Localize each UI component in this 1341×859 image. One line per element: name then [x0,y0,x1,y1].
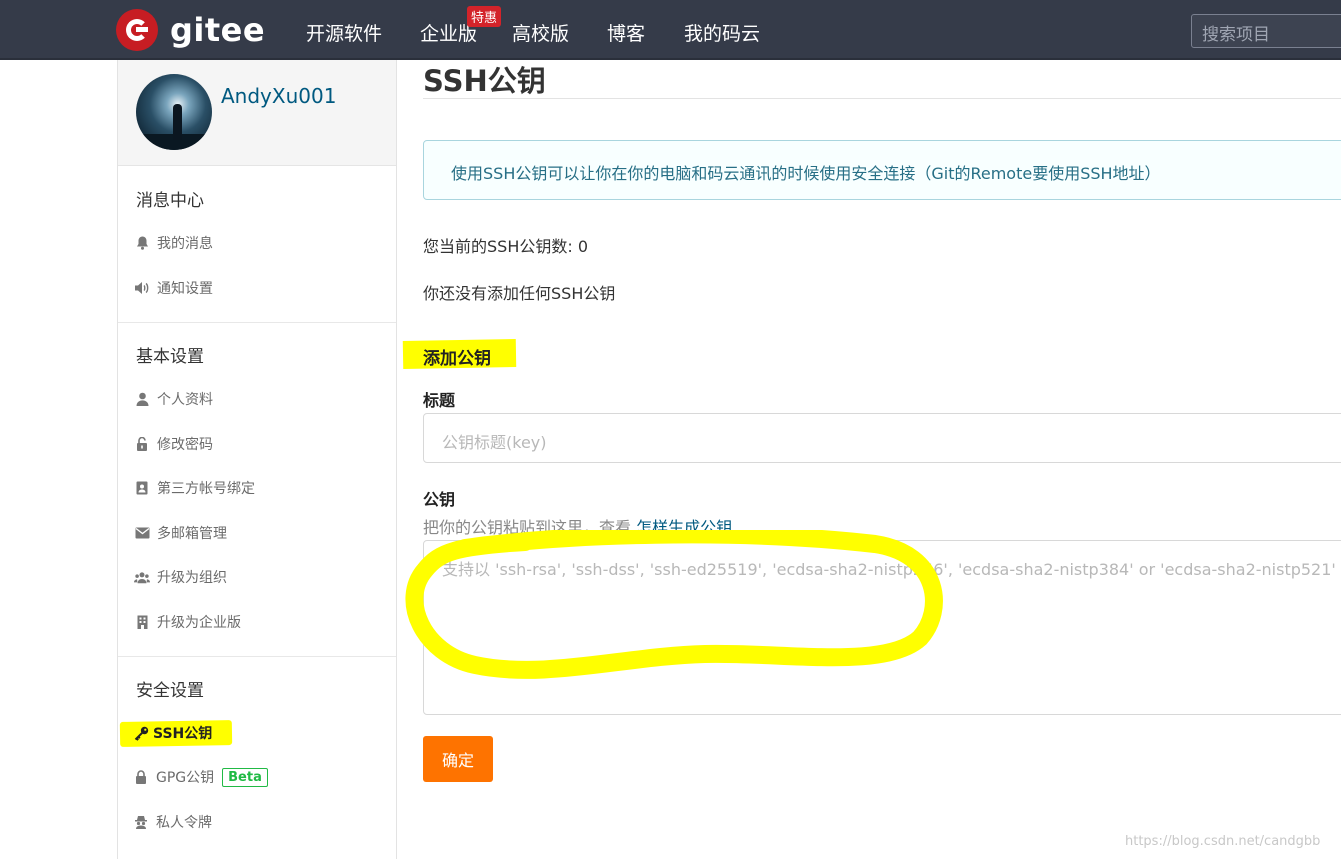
sidebar-item-profile[interactable]: 个人资料 [134,389,213,409]
sidebar-item-email-management[interactable]: 多邮箱管理 [134,523,227,543]
bell-icon [134,235,150,251]
lock-icon [133,769,149,785]
spy-icon [133,814,149,830]
top-navbar: gitee 开源软件 企业版 特惠 高校版 博客 我的码云 搜索项目 [0,0,1341,60]
page-title: SSH公钥 [423,64,546,98]
contact-card-icon [134,480,150,496]
how-to-generate-key-link[interactable]: 怎样生成公钥 [636,518,732,537]
title-divider [423,98,1341,99]
brand-name: gitee [170,11,266,49]
user-icon [134,391,150,407]
avatar[interactable] [136,74,212,150]
beta-badge: Beta [222,767,268,787]
sidebar-item-label: 私人令牌 [156,815,212,831]
sidebar-item-label: 通知设置 [157,281,213,297]
sidebar-item-label: 修改密码 [157,437,213,453]
key-icon [133,725,149,741]
sidebar-item-upgrade-organization[interactable]: 升级为组织 [134,567,227,587]
users-icon [134,569,150,585]
sidebar-divider [118,656,396,657]
group-title-basic-settings: 基本设置 [136,347,204,367]
key-title-input[interactable]: 公钥标题(key) [423,413,1341,463]
add-key-heading: 添加公钥 [423,349,491,369]
ssh-key-count: 您当前的SSH公钥数: 0 [423,237,589,256]
nav-item-blog[interactable]: 博客 [607,19,645,46]
info-message-text: 使用SSH公钥可以让你在你的电脑和码云通讯的时候使用安全连接（Git的Remot… [451,164,1161,183]
key-hint: 把你的公钥粘贴到这里，查看 怎样生成公钥 [423,514,732,538]
key-field-label: 公钥 [423,490,456,509]
sidebar-item-gpg-keys[interactable]: GPG公钥 Beta [133,767,268,787]
sidebar-item-label: GPG公钥 [156,770,215,786]
volume-icon [134,280,150,296]
group-title-messages: 消息中心 [136,191,204,211]
nav-item-open-source[interactable]: 开源软件 [306,19,382,46]
no-keys-message: 你还没有添加任何SSH公钥 [423,284,616,303]
sidebar-item-ssh-keys[interactable]: SSH公钥 [133,723,212,743]
info-message: 使用SSH公钥可以让你在你的电脑和码云通讯的时候使用安全连接（Git的Remot… [423,140,1341,200]
sidebar-item-label: 我的消息 [157,236,213,252]
nav-item-education[interactable]: 高校版 [512,19,569,46]
group-title-security-settings: 安全设置 [136,681,204,701]
enterprise-promo-badge: 特惠 [467,6,502,27]
sidebar-divider [118,322,396,323]
sidebar-item-personal-tokens[interactable]: 私人令牌 [133,812,212,832]
profile-card: AndyXu001 [118,60,396,166]
gitee-logo-icon [116,9,158,51]
public-key-textarea[interactable]: 支持以 'ssh-rsa', 'ssh-dss', 'ssh-ed25519',… [423,540,1341,715]
sidebar-item-label: 个人资料 [157,392,213,408]
sidebar-item-upgrade-enterprise[interactable]: 升级为企业版 [134,612,241,632]
sidebar-item-notification-settings[interactable]: 通知设置 [134,278,213,298]
search-input[interactable]: 搜索项目 [1191,14,1341,48]
sidebar-item-change-password[interactable]: 修改密码 [134,434,213,454]
sidebar-item-my-messages[interactable]: 我的消息 [134,233,213,253]
title-field-label: 标题 [423,391,456,410]
sidebar-item-label: SSH公钥 [153,726,213,742]
sidebar-item-label: 升级为企业版 [157,615,241,631]
sidebar-item-third-party-binding[interactable]: 第三方帐号绑定 [134,478,255,498]
username-link[interactable]: AndyXu001 [221,84,336,108]
submit-button[interactable]: 确定 [423,736,493,782]
unlock-icon [134,436,150,452]
watermark: https://blog.csdn.net/candgbb [1125,834,1321,849]
building-icon [134,614,150,630]
key-hint-text: 把你的公钥粘贴到这里，查看 [423,518,637,537]
sidebar-item-label: 第三方帐号绑定 [157,481,255,497]
sidebar-item-label: 多邮箱管理 [157,526,227,542]
nav-item-my-gitee[interactable]: 我的码云 [684,19,760,46]
sidebar-item-label: 升级为组织 [157,570,227,586]
gitee-logo[interactable]: gitee [116,9,265,51]
envelope-icon [134,525,150,541]
